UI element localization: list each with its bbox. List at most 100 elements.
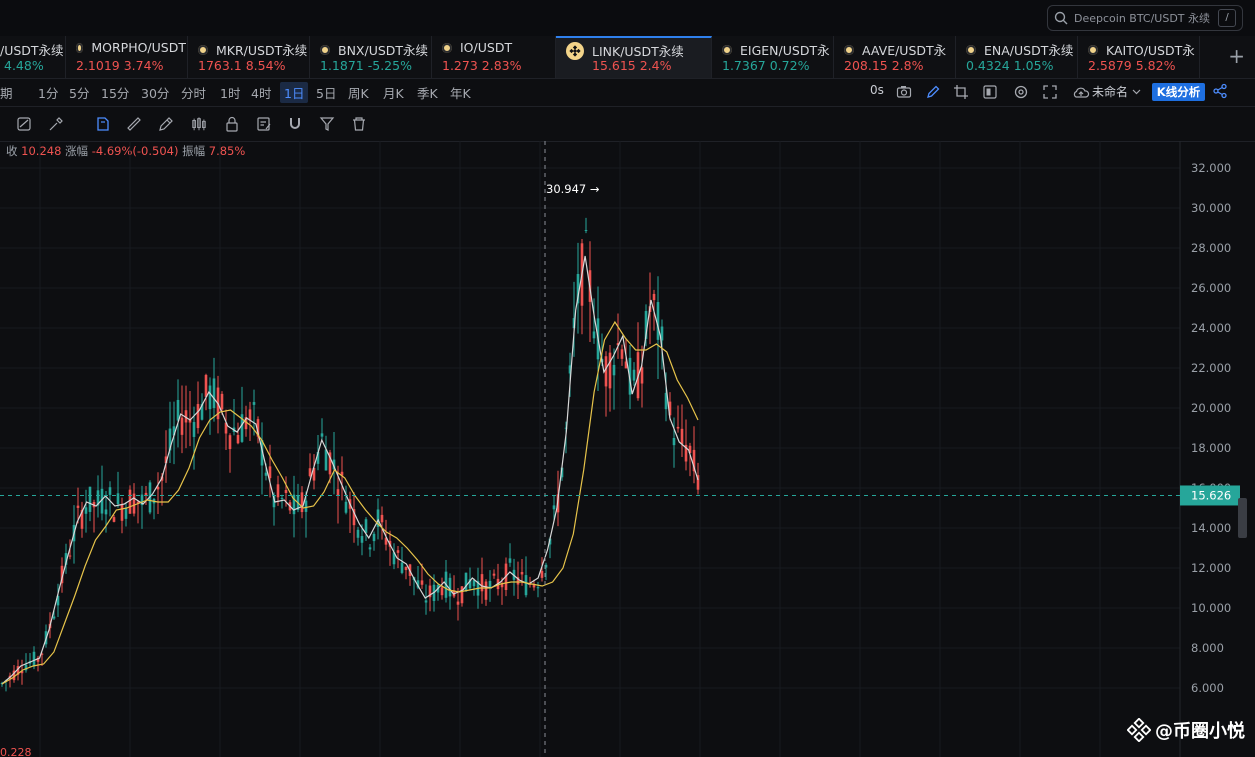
ticker-tab[interactable]: ENA/USDT永续 0.4324 1.05% xyxy=(956,36,1078,78)
y-tick-label: 8.000 xyxy=(1191,641,1224,655)
candle-body xyxy=(396,550,400,553)
ticker-price: 1.7367 xyxy=(722,58,766,73)
candle-body xyxy=(372,533,376,542)
candle-body xyxy=(68,555,72,557)
candle-body xyxy=(104,509,108,515)
candle-body xyxy=(424,600,428,603)
candle-body xyxy=(360,536,364,543)
candle-body xyxy=(336,489,340,496)
tf-year[interactable]: 年K xyxy=(450,83,471,102)
high-marker-label: 30.947 → xyxy=(546,182,600,196)
ticker-tab[interactable]: EIGEN/USDT永 1.7367 0.72% xyxy=(712,36,834,78)
ticker-price: 1763.1 xyxy=(198,58,242,73)
ticker-tab[interactable]: BNX/USDT永续 1.1871 -5.25% xyxy=(310,36,432,78)
fullscreen-icon[interactable] xyxy=(1042,84,1058,100)
tf-week[interactable]: 周K xyxy=(348,83,369,102)
candle-body xyxy=(112,517,116,522)
candle-body xyxy=(524,575,528,596)
candle-body xyxy=(492,573,496,576)
coin-icon xyxy=(722,44,732,55)
candle-body xyxy=(304,500,308,512)
crop-icon[interactable] xyxy=(953,84,969,100)
layout-name[interactable]: 未命名 xyxy=(1092,83,1128,100)
pencil-icon[interactable] xyxy=(925,84,941,100)
pen-icon[interactable] xyxy=(158,116,174,132)
y-tick-label: 22.000 xyxy=(1191,361,1231,375)
tf-timeline[interactable]: 分时 xyxy=(181,83,206,102)
candle-body xyxy=(124,508,128,519)
ticker-tab[interactable]: AAVE/USDT永 208.15 2.8% xyxy=(834,36,956,78)
auto-draw-icon[interactable] xyxy=(16,116,32,132)
filter-icon[interactable] xyxy=(319,116,335,132)
candle-body xyxy=(652,293,656,301)
candle-body xyxy=(620,349,624,359)
candle-body xyxy=(196,404,200,429)
y-tick-label: 14.000 xyxy=(1191,521,1231,535)
drawing-toolbar xyxy=(0,107,1255,142)
share-icon[interactable] xyxy=(1212,83,1228,99)
add-tab-icon[interactable]: + xyxy=(1228,44,1245,68)
template-icon[interactable] xyxy=(982,84,998,100)
camera-icon[interactable] xyxy=(896,84,912,100)
countdown: 0s xyxy=(870,83,884,97)
ticker-tab-active[interactable]: LINK/USDT永续 15.615 2.4% xyxy=(556,36,712,78)
tf-15m[interactable]: 15分 xyxy=(101,83,129,102)
tf-1d[interactable]: 1日 xyxy=(280,82,309,103)
ticker-change: -5.25% xyxy=(367,58,412,73)
search-input[interactable]: Deepcoin BTC/USDT 永续 / xyxy=(1047,5,1243,31)
lock-icon[interactable] xyxy=(224,116,240,132)
note-icon[interactable] xyxy=(256,116,272,132)
y-tick-label: 12.000 xyxy=(1191,561,1231,575)
tf-1m[interactable]: 1分 xyxy=(38,83,58,102)
ticker-name: IO/USDT xyxy=(460,40,513,55)
candle-body xyxy=(212,378,216,409)
price-chart[interactable]: 32.000 30.000 28.000 26.000 24.000 22.000 20.0… xyxy=(0,141,1255,757)
ruler-icon[interactable] xyxy=(126,116,142,132)
y-tick-label: 20.000 xyxy=(1191,401,1231,415)
ticker-tab[interactable]: IO/USDT 1.273 2.83% xyxy=(432,36,556,78)
ticker-price: 1.1871 xyxy=(320,58,364,73)
cloud-upload-icon[interactable] xyxy=(1072,84,1090,100)
ticker-tab[interactable]: /USDT永续 4.48% xyxy=(0,36,66,78)
brush-icon[interactable] xyxy=(48,116,64,132)
tf-1h[interactable]: 1时 xyxy=(220,83,240,102)
trash-icon[interactable] xyxy=(351,116,367,132)
candle-body xyxy=(508,558,512,563)
ticker-tab[interactable]: MORPHO/USDT 2.1019 3.74% xyxy=(66,36,188,78)
magnet-icon[interactable] xyxy=(287,116,303,132)
watermark: @币圈小悦 xyxy=(1127,717,1245,743)
y-tick-label: 24.000 xyxy=(1191,321,1231,335)
coin-icon xyxy=(198,44,208,55)
kline-analysis-button[interactable]: K线分析 xyxy=(1152,83,1205,101)
tf-period[interactable]: 期 xyxy=(0,83,13,102)
candle-pattern-icon[interactable] xyxy=(191,116,207,132)
tf-4h[interactable]: 4时 xyxy=(251,83,271,102)
candle-body xyxy=(308,468,312,477)
ticker-name: KAITO/USDT永 xyxy=(1106,43,1195,58)
candle-body xyxy=(552,505,556,510)
candle-body xyxy=(472,580,476,587)
candle-body xyxy=(440,587,444,596)
candle-body xyxy=(228,435,232,450)
tf-month[interactable]: 月K xyxy=(383,83,404,102)
ticker-name: /USDT永续 xyxy=(0,43,64,58)
ticker-tab[interactable]: MKR/USDT永续 1763.1 8.54% xyxy=(188,36,310,78)
candle-body xyxy=(284,489,288,494)
candle-body xyxy=(344,501,348,513)
ticker-tab[interactable]: KAITO/USDT永 2.5879 5.82% xyxy=(1078,36,1200,78)
candle-body xyxy=(76,505,80,508)
candle-body xyxy=(592,331,596,339)
bottom-partial-label: 0.228 xyxy=(0,746,32,757)
tf-5d[interactable]: 5日 xyxy=(316,83,336,102)
candle-body xyxy=(32,651,36,667)
tf-30m[interactable]: 30分 xyxy=(141,83,169,102)
tf-quarter[interactable]: 季K xyxy=(417,83,438,102)
select-icon[interactable] xyxy=(95,116,111,132)
tf-5m[interactable]: 5分 xyxy=(69,83,89,102)
candle-body xyxy=(420,580,424,585)
chevron-down-icon[interactable] xyxy=(1132,88,1141,96)
ticker-name: ENA/USDT永续 xyxy=(984,43,1074,58)
gear-icon[interactable] xyxy=(1013,84,1029,100)
binance-logo-icon xyxy=(1127,718,1151,742)
candle-body xyxy=(264,472,268,476)
